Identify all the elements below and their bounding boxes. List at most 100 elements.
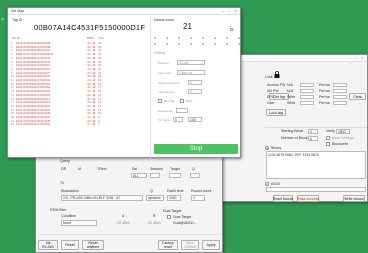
minimize-icon[interactable]: –: [349, 56, 351, 60]
field-select[interactable]: Fixed ep: [177, 70, 205, 75]
field-input[interactable]: 0: [188, 80, 202, 85]
field-label: Tag mode: [158, 71, 172, 75]
lock-select[interactable]: [300, 83, 314, 87]
setting-label: Setting: [154, 51, 166, 55]
more-settings-label: More Settings: [332, 136, 355, 140]
lock-row-b: Perma: [319, 95, 330, 99]
close-icon[interactable]: ✕: [234, 9, 237, 13]
count-grid: 0 0 0 0 0 0 0 0 0 0 0 0 0 0 0 0: [154, 36, 240, 46]
stop-button[interactable]: Stop: [154, 144, 238, 154]
query-label: Query: [60, 159, 70, 163]
close-icon[interactable]: ✕: [361, 56, 364, 60]
more-settings-checkbox[interactable]: [326, 136, 330, 140]
range-to-input[interactable]: 100: [188, 117, 202, 122]
tag-list[interactable]: 1 E28011606000020D9A3F0B -55 dB 43 2 E2801160…: [11, 42, 129, 127]
save-default-button[interactable]: Save Default: [181, 240, 199, 250]
target-select[interactable]: [169, 173, 181, 178]
multi-checkbox[interactable]: [180, 99, 184, 103]
perma-select[interactable]: [333, 101, 347, 105]
apply-button[interactable]: Apply: [202, 240, 220, 250]
dual-target-option: Dual Target: [173, 215, 192, 219]
repeat-input[interactable]: [176, 108, 188, 113]
perma-select[interactable]: [333, 83, 347, 87]
verify-input[interactable]: 4B52: [336, 129, 350, 134]
grid-cell: 0: [226, 42, 228, 46]
rev-tag-checkbox[interactable]: [158, 99, 162, 103]
cursor-icon: >: [1, 17, 4, 23]
condition-select[interactable]: None: [61, 220, 97, 226]
blockwrite-checkbox[interactable]: [326, 142, 330, 146]
dual-target-checkbox[interactable]: [167, 215, 171, 219]
sel-label: Sel: [132, 167, 138, 171]
sel-select[interactable]: ALL: [131, 173, 147, 178]
grid-cell: 0: [214, 36, 216, 40]
lock-row-a: N/A: [287, 89, 293, 93]
detect-count-label: Detect count: [154, 18, 175, 22]
tag-map-window: Set Map – □ ✕ Tag ID 00B07A14C4531F5150000…: [7, 7, 241, 158]
grid-cell: 0: [238, 36, 240, 40]
q-value-select[interactable]: dynamic: [146, 195, 164, 201]
round-count-input[interactable]: 0: [191, 195, 205, 201]
multi-label: Multi: [186, 99, 193, 103]
starting-block-input[interactable]: 0: [308, 129, 318, 134]
field-select[interactable]: Single: [177, 60, 205, 65]
dual-target-label: Dual Target: [163, 209, 182, 213]
reset-anytime-button[interactable]: Reset anytime: [82, 240, 104, 250]
divider: [265, 127, 367, 128]
reset-button[interactable]: Reset: [61, 240, 79, 250]
lock-icon: [274, 71, 280, 78]
binary-label: Binary: [271, 146, 282, 150]
tag-row[interactable]: 23 E2801160600002079A405E -67 dB 7: [11, 123, 129, 127]
detect-count-value: 21: [183, 22, 192, 31]
grid-cell: 0: [202, 36, 204, 40]
perma-select[interactable]: [333, 89, 347, 93]
lock-row-a: N/A: [287, 83, 293, 87]
perma-select[interactable]: [333, 95, 347, 99]
reset-blocks-button[interactable]: Reset blocks: [273, 195, 293, 202]
lock-select[interactable]: [300, 95, 314, 99]
binary-radio[interactable]: [265, 146, 269, 150]
session-label: Session: [150, 167, 163, 171]
dwell-time-input[interactable]: 2000: [167, 195, 181, 201]
lock-tag-button[interactable]: Lock tag: [266, 109, 286, 116]
tx-label: Tx: [60, 181, 64, 185]
b-label: B: [153, 214, 156, 218]
grid-cell: 0: [190, 42, 192, 46]
lock-select[interactable]: [300, 101, 314, 105]
field-label: Interval time: [158, 90, 175, 94]
lock-select[interactable]: [300, 89, 314, 93]
trext-label: TRext: [97, 167, 107, 171]
modulation-select[interactable]: 241: PR-ASK Miller M4 BLF 320k - 67: [61, 195, 143, 201]
grid-cell: 0: [202, 42, 204, 46]
binary-textarea[interactable]: 1234 5678 9ABC DEF 1234 5678: [266, 151, 366, 179]
dual-target-value: Dual@ABCD...: [173, 221, 198, 225]
lock-rows: Access PW N/A Perma Kill PW N/A Perma EP…: [267, 83, 367, 107]
maximize-icon[interactable]: □: [355, 56, 357, 60]
range-from-input[interactable]: 0: [173, 117, 183, 122]
starting-block-label: Starting Block: [281, 129, 304, 133]
ascii-radio[interactable]: [265, 182, 269, 186]
dwell-time-label: Dwell time: [167, 189, 184, 193]
tag-list-header: No. ID RSSI Cnt: [12, 36, 130, 40]
init-button[interactable]: Init R1-WA: [38, 240, 58, 250]
q-select[interactable]: [190, 173, 200, 178]
grid-cell: 0: [166, 36, 168, 40]
q-title: Q: [150, 189, 153, 193]
session-select[interactable]: [150, 173, 160, 178]
range-label: Tot range: [158, 118, 171, 122]
maximize-icon[interactable]: □: [228, 9, 230, 13]
field-input[interactable]: 0: [188, 89, 202, 94]
number-blocks-input[interactable]: 6: [308, 136, 318, 141]
minimize-icon[interactable]: –: [222, 9, 224, 13]
grid-cell: 0: [190, 36, 192, 40]
ascii-textarea[interactable]: [266, 187, 366, 192]
blockwrite-label: Blockwrite: [332, 142, 349, 146]
write-blocks-button[interactable]: Write blocks: [343, 195, 365, 202]
factory-reset-button[interactable]: Factory reset: [158, 240, 178, 250]
grid-cell: 0: [214, 42, 216, 46]
epc-display: 00B07A14C4531F5150000D1F: [34, 23, 146, 32]
col-id: ID: [17, 36, 20, 40]
auto-checkbox[interactable]: [230, 28, 233, 31]
tag-id-label: Tag ID: [12, 18, 23, 22]
read-success-button[interactable]: Read success: [297, 195, 319, 202]
